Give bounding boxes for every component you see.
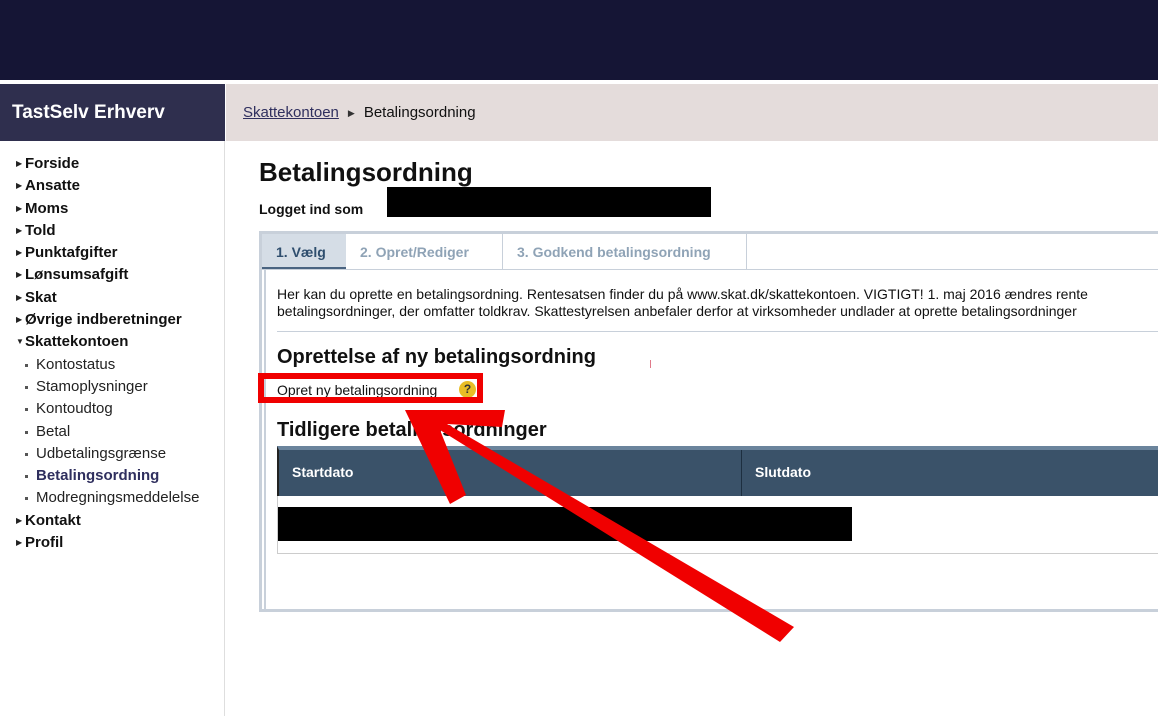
annotation-arrow-icon xyxy=(405,410,794,642)
annotation-arrow-shape xyxy=(405,410,794,642)
